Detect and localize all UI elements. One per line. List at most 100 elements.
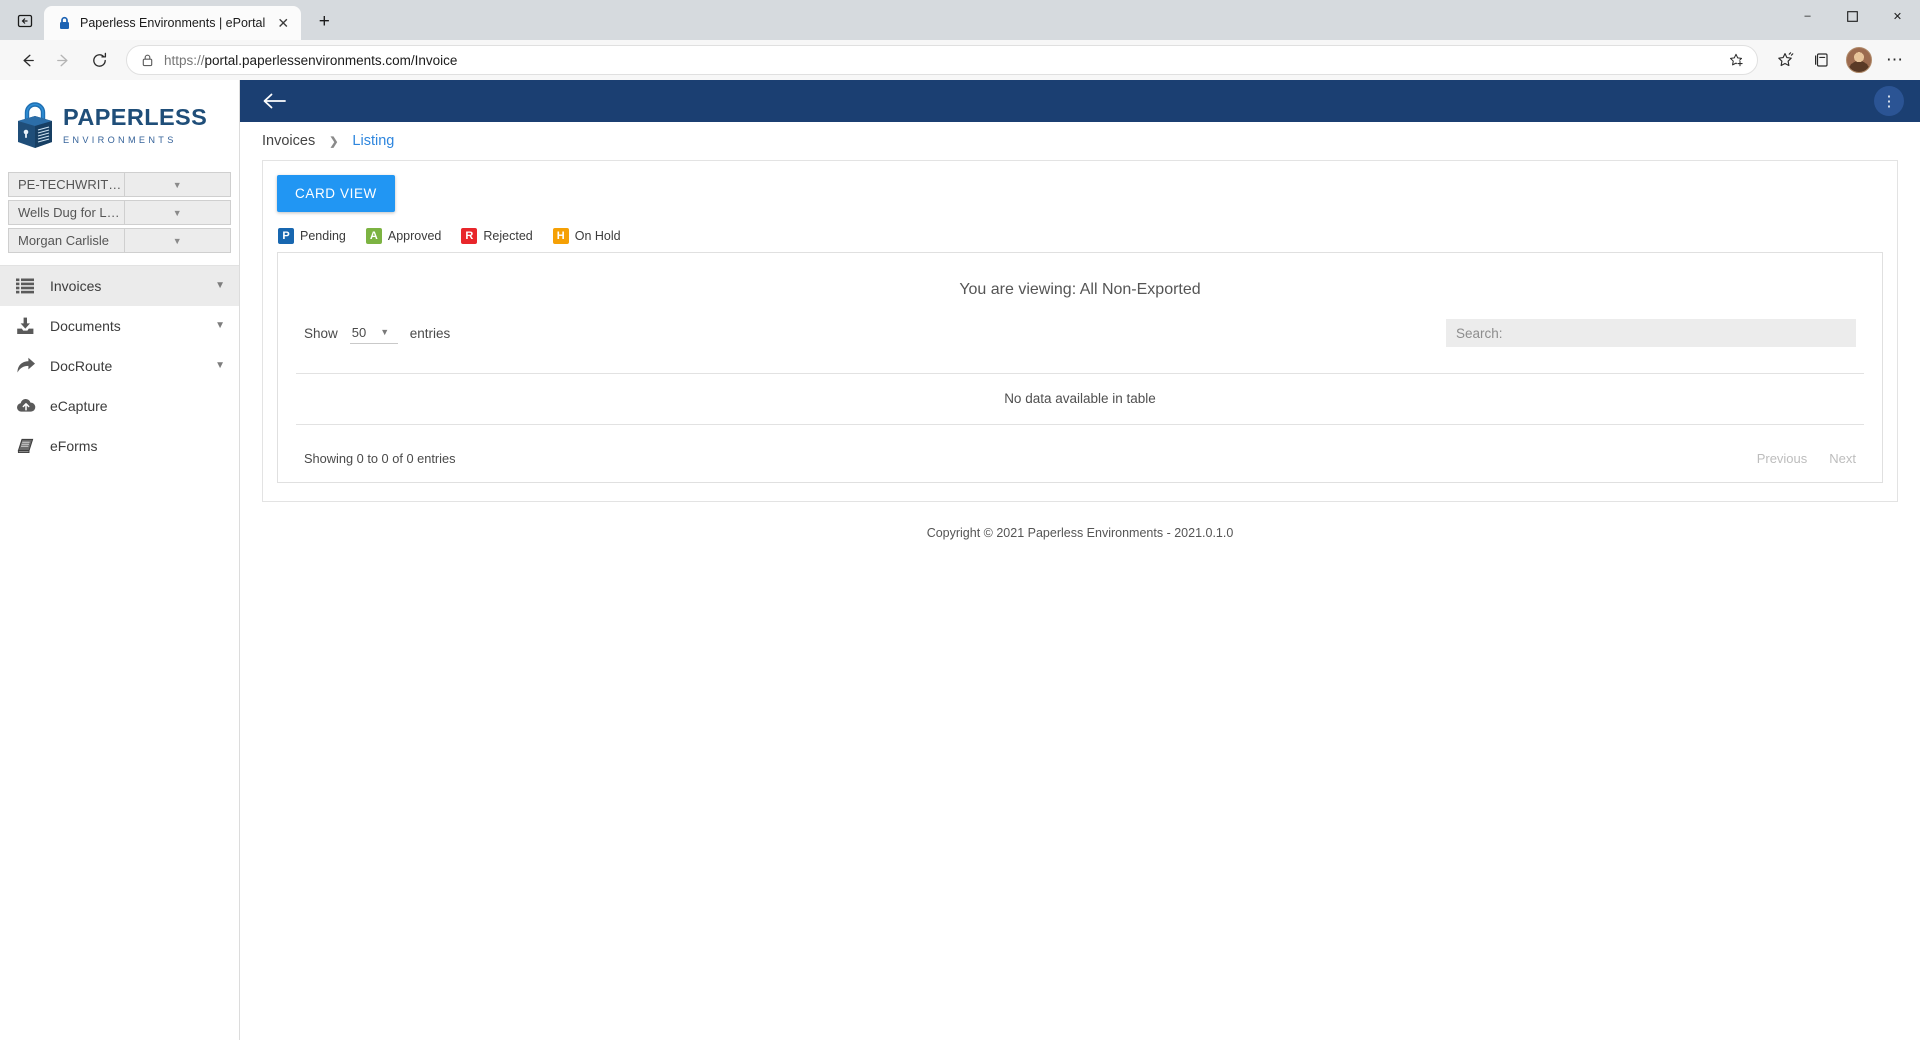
browser-tab[interactable]: Paperless Environments | ePortal ✕: [44, 6, 302, 40]
brand-logo: PAPERLESS ENVIRONMENTS: [14, 100, 225, 152]
invoice-table: No data available in table: [296, 373, 1864, 425]
chevron-down-icon[interactable]: ▼: [123, 229, 230, 252]
chevron-down-icon[interactable]: ▼: [123, 173, 230, 196]
maximize-button[interactable]: [1830, 0, 1875, 32]
main-column: ⋮ Invoices ❯ Listing CARD VIEW P Pending…: [240, 80, 1920, 1040]
chevron-down-icon[interactable]: ▼: [123, 201, 230, 224]
tab-list-icon[interactable]: [6, 5, 44, 37]
sidebar-item-label: eCapture: [50, 397, 108, 414]
logo-area: PAPERLESS ENVIRONMENTS: [0, 80, 239, 166]
plus-icon[interactable]: +: [309, 7, 339, 37]
back-arrow-icon[interactable]: [262, 91, 288, 111]
legend-label: Approved: [387, 229, 442, 243]
table-info: Showing 0 to 0 of 0 entries: [304, 451, 456, 466]
application-root: PAPERLESS ENVIRONMENTS PE-TECHWRITING ▼ …: [0, 80, 1920, 1040]
tab-strip: Paperless Environments | ePortal ✕ + – ✕: [0, 0, 1920, 40]
app-topbar: ⋮: [240, 80, 1920, 122]
brand-text: PAPERLESS ENVIRONMENTS: [63, 100, 207, 145]
chevron-down-icon[interactable]: ▼: [215, 280, 225, 291]
list-icon: [12, 278, 50, 294]
breadcrumb: Invoices ❯ Listing: [240, 122, 1920, 160]
viewing-filter-text: You are viewing: All Non-Exported: [959, 281, 1201, 298]
page-length-select[interactable]: 50 ▼: [349, 323, 398, 344]
sidebar-item-ecapture[interactable]: eCapture: [0, 386, 239, 426]
avatar[interactable]: [1846, 47, 1872, 73]
search-input[interactable]: Search:: [1446, 319, 1856, 347]
sidebar-item-label: Invoices: [50, 277, 102, 294]
paperless-padlock-logo: [14, 100, 56, 152]
page-length-value: 50: [351, 324, 367, 340]
company-select[interactable]: Wells Dug for Less ▼: [8, 200, 231, 225]
url-text: https://portal.paperlessenvironments.com…: [164, 52, 458, 68]
sidebar-item-invoices[interactable]: Invoices ▼: [0, 266, 239, 306]
show-label: Show: [304, 325, 338, 341]
minimize-button[interactable]: –: [1785, 0, 1830, 32]
sidebar-item-label: eForms: [50, 437, 98, 454]
sidebar-item-label: DocRoute: [50, 357, 113, 374]
forward-arrow-icon: [12, 357, 50, 374]
table-empty-message: No data available in table: [296, 374, 1864, 425]
table-controls: Show 50 ▼ entries Search:: [296, 319, 1864, 347]
chevron-down-icon[interactable]: ▼: [215, 360, 225, 371]
previous-page-button[interactable]: Previous: [1757, 451, 1808, 466]
download-inbox-icon: [12, 317, 50, 335]
back-arrow-icon[interactable]: [10, 44, 44, 76]
pagination: Previous Next: [1757, 451, 1856, 466]
status-legend: P Pending A Approved R Rejected H On Hol…: [278, 228, 1883, 244]
context-selectors: PE-TECHWRITING ▼ Wells Dug for Less ▼ Mo…: [0, 166, 239, 253]
page-content: CARD VIEW P Pending A Approved R Rejecte…: [240, 160, 1920, 1040]
browser-chrome: Paperless Environments | ePortal ✕ + – ✕…: [0, 0, 1920, 80]
chevron-down-icon[interactable]: ▼: [215, 320, 225, 331]
close-window-button[interactable]: ✕: [1875, 0, 1920, 32]
user-select-value: Morgan Carlisle: [18, 233, 110, 248]
status-badge-on-hold: H: [552, 228, 569, 244]
sidebar-item-label: Documents: [50, 317, 121, 334]
site-info-lock-icon[interactable]: [141, 53, 154, 67]
footer-copyright: Copyright © 2021 Paperless Environments …: [926, 526, 1234, 540]
table-footer: Showing 0 to 0 of 0 entries Previous Nex…: [296, 425, 1864, 466]
legend-label: Rejected: [483, 229, 533, 243]
user-select[interactable]: Morgan Carlisle ▼: [8, 228, 231, 253]
breadcrumb-current[interactable]: Listing: [352, 133, 394, 149]
legend-item-rejected: R Rejected: [461, 228, 533, 244]
collections-icon[interactable]: [1804, 44, 1838, 76]
status-badge-rejected: R: [461, 228, 478, 244]
favorites-icon[interactable]: [1768, 44, 1802, 76]
legend-label: Pending: [300, 229, 346, 243]
sidebar-item-documents[interactable]: Documents ▼: [0, 306, 239, 346]
browser-toolbar: https://portal.paperlessenvironments.com…: [0, 40, 1920, 80]
card-view-button[interactable]: CARD VIEW: [277, 175, 395, 212]
address-bar[interactable]: https://portal.paperlessenvironments.com…: [126, 45, 1758, 75]
tab-title: Paperless Environments | ePortal: [80, 16, 266, 30]
add-favorite-icon[interactable]: [1723, 47, 1749, 73]
status-badge-pending: P: [278, 228, 294, 244]
tenant-select[interactable]: PE-TECHWRITING ▼: [8, 172, 231, 197]
search-placeholder: Search:: [1456, 325, 1503, 341]
sidebar-nav: Invoices ▼ Documents ▼ DocRoute ▼ eCaptu…: [0, 265, 239, 466]
window-controls: – ✕: [1785, 0, 1920, 40]
page-length-control: Show 50 ▼ entries: [304, 323, 450, 344]
chevron-down-icon: ▼: [380, 327, 390, 337]
status-badge-approved: A: [365, 228, 382, 244]
sidebar-item-docroute[interactable]: DocRoute ▼: [0, 346, 239, 386]
breadcrumb-parent[interactable]: Invoices: [262, 133, 315, 149]
legend-item-pending: P Pending: [278, 228, 346, 244]
book-icon: [12, 438, 50, 454]
sidebar: PAPERLESS ENVIRONMENTS PE-TECHWRITING ▼ …: [0, 80, 240, 1040]
chevron-right-icon: ❯: [329, 135, 339, 148]
entries-label: entries: [409, 325, 451, 341]
toolbar-right: ⋯: [1768, 44, 1910, 76]
invoice-panel: CARD VIEW P Pending A Approved R Rejecte…: [262, 160, 1898, 502]
legend-item-approved: A Approved: [365, 228, 442, 244]
invoice-listing-card: You are viewing: All Non-Exported Show 5…: [277, 252, 1883, 483]
lock-icon: [56, 15, 72, 31]
forward-arrow-icon[interactable]: [46, 44, 80, 76]
sidebar-item-eforms[interactable]: eForms: [0, 426, 239, 466]
close-icon[interactable]: ✕: [273, 13, 293, 33]
reload-icon[interactable]: [82, 44, 116, 76]
more-settings-icon[interactable]: ⋯: [1880, 50, 1910, 70]
next-page-button[interactable]: Next: [1829, 451, 1856, 466]
legend-label: On Hold: [574, 229, 621, 243]
brand-subtitle: ENVIRONMENTS: [63, 134, 177, 145]
kebab-menu-icon[interactable]: ⋮: [1874, 86, 1904, 116]
